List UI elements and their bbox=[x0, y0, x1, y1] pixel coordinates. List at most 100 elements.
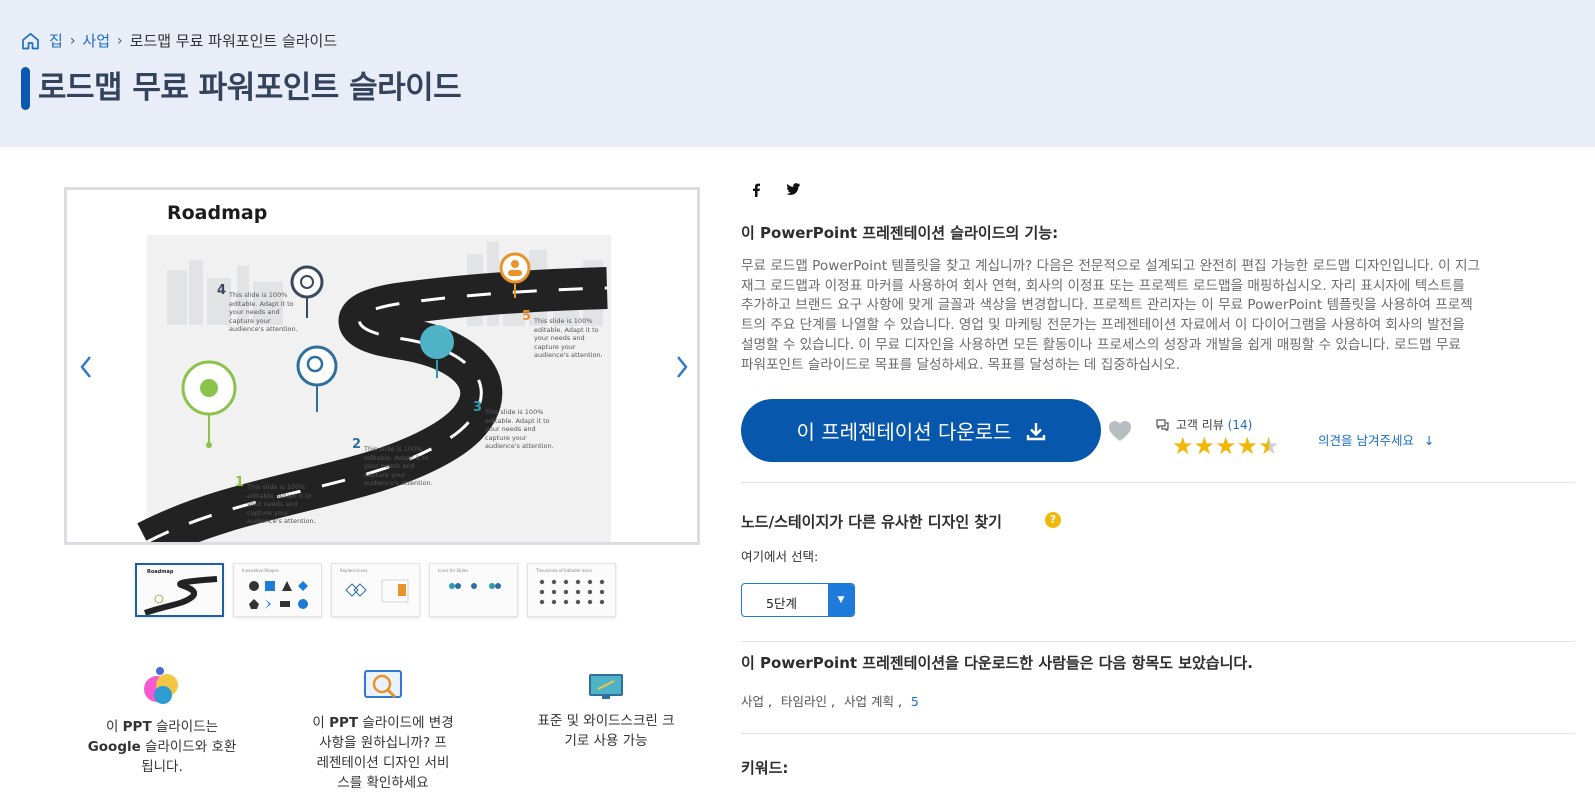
heading-part: 프레젠테이션을 다운로드한 사람들은 다음 항목도 보았습니다. bbox=[857, 654, 1253, 672]
description-line: 파워포인트 슬라이드로 목표를 달성하세요. 목표를 달성하는 데 집중하십시오… bbox=[741, 356, 1181, 373]
rating-stars: ★★★★★ bbox=[1172, 432, 1280, 460]
milestone-5: 5 This slide is 100% editable. Adapt it … bbox=[522, 310, 604, 360]
home-icon[interactable] bbox=[21, 32, 40, 50]
thumbnail-4[interactable]: Icons for Slides bbox=[429, 563, 518, 617]
heading-part: 이 bbox=[741, 654, 761, 672]
star-icon: ★ bbox=[1193, 432, 1216, 460]
description-line: 무료 로드맵 PowerPoint 템플릿을 찾고 계십니까? 다음은 전문적으… bbox=[741, 258, 1480, 274]
thumbnail-strip: Roadmap Innovative Shapes Replace Icons … bbox=[135, 563, 616, 617]
milestone-number: 2 bbox=[352, 437, 362, 452]
reviews-count: (14) bbox=[1227, 418, 1253, 432]
design-service-icon bbox=[364, 670, 402, 699]
tag-separator: , bbox=[768, 694, 772, 709]
stage-select[interactable]: 5단계 ▼ bbox=[741, 583, 855, 617]
download-button[interactable]: 이 프레젠테이션 다운로드 bbox=[741, 399, 1101, 462]
feature-text-part: 레젠테이션 디자인 서비 bbox=[316, 755, 450, 771]
tag-link[interactable]: 사업 bbox=[741, 694, 764, 709]
breadcrumb-category[interactable]: 사업 bbox=[82, 30, 110, 51]
thumbnail-2[interactable]: Innovative Shapes bbox=[233, 563, 322, 617]
star-icon: ★ bbox=[1215, 432, 1237, 460]
milestone-2: 2 This slide is 100% editable. Adapt it … bbox=[352, 438, 434, 488]
breadcrumb: 집 › 사업 › 로드맵 무료 파워포인트 슬라이드 bbox=[21, 30, 337, 51]
feature-text-part: 기로 사용 가능 bbox=[564, 733, 648, 749]
chevron-down-icon[interactable]: ▼ bbox=[828, 584, 854, 616]
chevron-right-icon: › bbox=[69, 32, 76, 49]
title-accent-bar bbox=[21, 67, 30, 110]
milestone-number: 4 bbox=[217, 283, 227, 298]
heading-part: PowerPoint bbox=[760, 224, 858, 242]
feature-text: 이 PPT 슬라이드는 Google 슬라이드와 호환 됩니다. bbox=[72, 717, 252, 777]
tag-link[interactable]: 5 bbox=[911, 694, 919, 709]
divider bbox=[741, 482, 1575, 483]
star-half-icon: ★ bbox=[1258, 432, 1280, 460]
milestone-number: 3 bbox=[473, 400, 483, 415]
milestone-marker-2 bbox=[296, 345, 338, 412]
feature-text: 표준 및 와이드스크린 크 기로 사용 가능 bbox=[516, 711, 696, 751]
svg-text:Innovative Shapes: Innovative Shapes bbox=[242, 568, 279, 573]
widescreen-icon bbox=[589, 674, 623, 699]
feature-text-part: 스를 확인하세요 bbox=[337, 775, 429, 791]
slide-preview[interactable]: Roadmap 1 This slide is 100% editable. A… bbox=[64, 187, 700, 545]
feature-text-part: 사항을 원하십니까? 프 bbox=[319, 735, 447, 751]
help-icon[interactable]: ? bbox=[1045, 512, 1061, 528]
feature-text: 이 PPT 슬라이드에 변경 사항을 원하십니까? 프 레젠테이션 디자인 서비… bbox=[293, 713, 473, 793]
download-label: 이 프레젠테이션 다운로드 bbox=[796, 420, 1012, 444]
next-slide-icon[interactable] bbox=[675, 355, 689, 385]
feature-text-bold: Google bbox=[87, 739, 141, 755]
divider bbox=[741, 733, 1575, 734]
svg-text:Icons for Slides: Icons for Slides bbox=[438, 568, 468, 573]
tag-separator: , bbox=[831, 694, 835, 709]
milestone-1: 1 This slide is 100% editable. Adapt it … bbox=[235, 476, 317, 526]
milestone-text: This slide is 100% editable. Adapt it to… bbox=[229, 291, 298, 333]
customer-reviews[interactable]: 고객 리뷰 (14) bbox=[1156, 416, 1252, 433]
facebook-icon[interactable] bbox=[751, 183, 761, 201]
svg-text:Thousands of Editable Icons: Thousands of Editable Icons bbox=[535, 568, 592, 573]
page-title: 로드맵 무료 파워포인트 슬라이드 bbox=[38, 70, 462, 106]
description-line: 설명할 수 있습니다. 이 무료 디자인을 사용하면 모든 활동이나 프로세스의… bbox=[741, 336, 1461, 353]
keywords-heading: 키워드: bbox=[741, 759, 789, 777]
star-icon: ★ bbox=[1172, 432, 1194, 460]
thumbnail-3[interactable]: Replace Icons bbox=[331, 563, 420, 617]
milestone-4: 4 This slide is 100% editable. Adapt it … bbox=[217, 284, 299, 334]
roadmap-illustration bbox=[137, 242, 608, 542]
similar-designs-heading: 노드/스테이지가 다른 유사한 디자인 찾기 bbox=[741, 513, 1002, 531]
thumbnail-5[interactable]: Thousands of Editable Icons bbox=[527, 563, 616, 617]
milestone-number: 5 bbox=[522, 309, 532, 324]
star-icon: ★ bbox=[1236, 432, 1259, 460]
thumbnail-1[interactable]: Roadmap bbox=[135, 563, 224, 617]
feature-text-part: 슬라이드는 bbox=[151, 719, 219, 735]
also-viewed-heading: 이 PowerPoint 프레젠테이션을 다운로드한 사람들은 다음 항목도 보… bbox=[741, 652, 1253, 673]
select-label: 여기에서 선택: bbox=[741, 549, 819, 564]
milestone-3: 3 This slide is 100% editable. Adapt it … bbox=[473, 401, 555, 451]
svg-text:Replace Icons: Replace Icons bbox=[340, 568, 368, 573]
heading-part: 이 bbox=[741, 224, 761, 242]
twitter-icon[interactable] bbox=[786, 183, 800, 199]
feature-text-bold: PPT bbox=[122, 719, 152, 735]
google-slides-icon bbox=[144, 667, 178, 704]
feature-text-part: 이 bbox=[105, 719, 123, 735]
leave-feedback-link[interactable]: 의견을 남겨주세요 ↓ bbox=[1318, 430, 1434, 449]
divider bbox=[741, 641, 1575, 642]
heading-part: 프레젠테이션 슬라이드의 기능: bbox=[857, 224, 1059, 242]
milestone-number: 1 bbox=[235, 475, 245, 490]
description-line: 재그 로드맵과 이정표 마커를 사용하여 회사 연혁, 회사의 이정표 또는 프… bbox=[741, 277, 1465, 294]
feature-google-compatible: 이 PPT 슬라이드는 Google 슬라이드와 호환 됩니다. bbox=[72, 665, 252, 777]
feedback-label: 의견을 남겨주세요 bbox=[1318, 433, 1414, 448]
milestone-text: This slide is 100% editable. Adapt it to… bbox=[485, 408, 554, 450]
favorite-heart-icon[interactable] bbox=[1108, 420, 1132, 446]
svg-text:Roadmap: Roadmap bbox=[147, 569, 174, 575]
feature-text-part: 슬라이드와 호환 bbox=[140, 739, 237, 755]
breadcrumb-home[interactable]: 집 bbox=[49, 30, 63, 51]
feature-text-part: 표준 및 와이드스크린 크 bbox=[537, 713, 675, 729]
feature-widescreen: 표준 및 와이드스크린 크 기로 사용 가능 bbox=[516, 673, 696, 751]
description-line: 트의 주요 단계를 나열할 수 있습니다. 영업 및 마케팅 전문가는 프레젠테… bbox=[741, 317, 1465, 334]
prev-slide-icon[interactable] bbox=[79, 355, 93, 385]
chevron-right-icon: › bbox=[117, 32, 123, 49]
milestone-marker-1 bbox=[181, 360, 237, 448]
heading-part: PowerPoint bbox=[760, 654, 858, 672]
description: 무료 로드맵 PowerPoint 템플릿을 찾고 계십니까? 다음은 전문적으… bbox=[741, 257, 1541, 375]
related-tags: 사업, 타임라인, 사업 계획, 5 bbox=[741, 691, 919, 710]
stage-select-value: 5단계 bbox=[766, 596, 797, 611]
tag-link[interactable]: 타임라인 bbox=[781, 694, 827, 709]
tag-link[interactable]: 사업 계획 bbox=[844, 694, 894, 709]
